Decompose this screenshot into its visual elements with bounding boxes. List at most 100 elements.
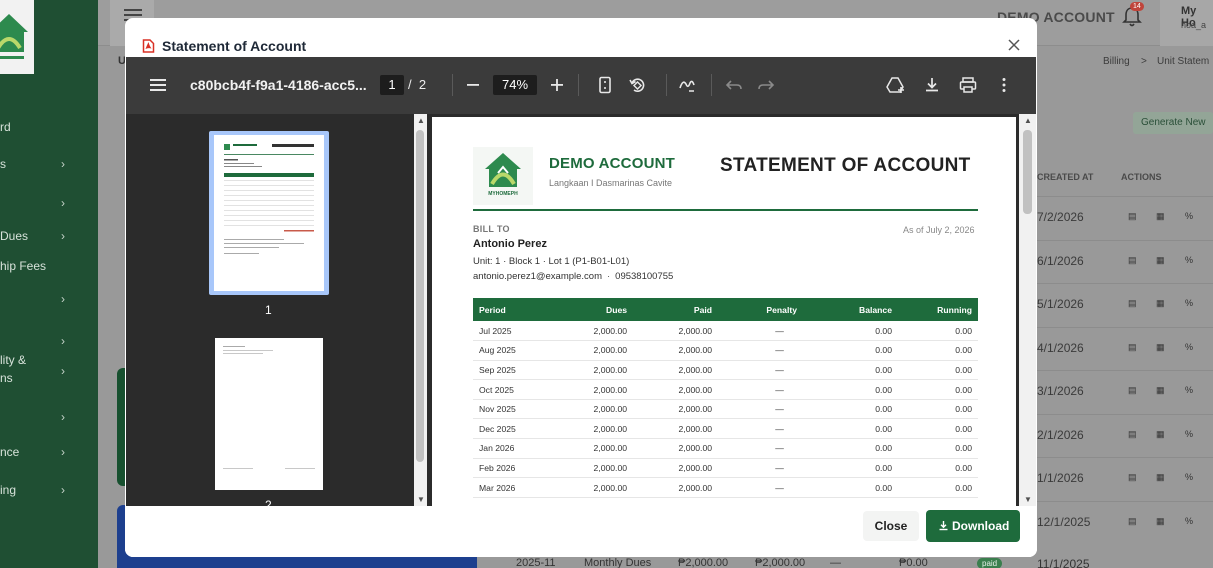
discount-icon[interactable]: % — [1185, 472, 1193, 482]
discount-icon[interactable]: % — [1185, 429, 1193, 439]
receipt-icon[interactable]: ▦ — [1156, 472, 1165, 483]
receipt-icon[interactable]: ▦ — [1156, 385, 1165, 396]
cell-running: 0.00 — [898, 438, 978, 459]
more-options-icon[interactable] — [994, 75, 1014, 95]
cell-balance: 0.00 — [803, 477, 898, 498]
scroll-up-icon[interactable]: ▲ — [417, 116, 425, 125]
download-icon — [939, 521, 948, 531]
scrollbar-thumb[interactable] — [1023, 130, 1032, 214]
page-number-input[interactable]: 1 — [380, 75, 404, 95]
sidebar-item[interactable]: rd — [0, 120, 11, 134]
view-icon[interactable]: ▤ — [1128, 342, 1137, 353]
toolbar-divider — [578, 74, 579, 96]
pdf-viewer: c80bcb4f-f9a1-4186-acc5... 1 / 2 74% 1 2… — [126, 57, 1036, 517]
zoom-input[interactable]: 74% — [493, 75, 537, 95]
sidebar-item[interactable]: ing — [0, 483, 16, 497]
chevron-right-icon: › — [61, 334, 65, 348]
zoom-out-icon[interactable] — [463, 75, 483, 95]
zoom-in-icon[interactable] — [547, 75, 567, 95]
sidebar-item[interactable]: ns — [0, 371, 13, 385]
breadcrumb-billing[interactable]: Billing — [1103, 56, 1130, 67]
cell-penalty: — — [718, 458, 803, 479]
created-at-cell: 1/1/2026 — [1037, 471, 1084, 485]
statement-modal: Statement of Account c80bcb4f-f9a1-4186-… — [125, 18, 1037, 557]
cell-dues: 2,000.00 — [553, 360, 633, 381]
download-icon[interactable] — [922, 75, 942, 95]
download-button[interactable]: Download — [926, 510, 1020, 542]
page-thumbnail-1[interactable] — [214, 135, 324, 291]
discount-icon[interactable]: % — [1185, 298, 1193, 308]
thumbnail-scrollbar[interactable]: ▲ ▼ — [414, 114, 427, 506]
cell-running: 0.00 — [898, 340, 978, 361]
cell-running: 0.00 — [898, 321, 978, 342]
ledger-row: Aug 2025 2,000.00 2,000.00—0.00 0.00 — [473, 340, 978, 361]
cell-period: Dec 2025 — [473, 418, 553, 440]
page-total: / 2 — [408, 77, 427, 92]
cell-paid: 2,000.00 — [633, 458, 718, 479]
view-icon[interactable]: ▤ — [1128, 298, 1137, 309]
fit-page-icon[interactable] — [595, 75, 615, 95]
customer-unit: Unit: 1 · Block 1 · Lot 1 (P1-B01-L01) — [473, 256, 630, 267]
redo-icon[interactable] — [756, 75, 776, 95]
receipt-icon[interactable]: ▦ — [1156, 211, 1165, 222]
receipt-icon[interactable]: ▦ — [1156, 255, 1165, 266]
chevron-right-icon: › — [61, 157, 65, 171]
annotate-icon[interactable] — [677, 75, 697, 95]
cell-penalty: — — [718, 379, 803, 400]
close-button[interactable]: Close — [863, 511, 919, 541]
sidebar-item[interactable]: s — [0, 157, 6, 171]
view-icon[interactable]: ▤ — [1128, 255, 1137, 266]
scrollbar-thumb[interactable] — [416, 130, 424, 462]
receipt-icon[interactable]: ▦ — [1156, 298, 1165, 309]
discount-icon[interactable]: % — [1185, 516, 1193, 526]
undo-icon[interactable] — [724, 75, 744, 95]
receipt-icon[interactable]: ▦ — [1156, 429, 1165, 440]
cell-balance: 0.00 — [803, 399, 898, 420]
document-scrollbar[interactable]: ▲ ▼ — [1019, 114, 1036, 506]
view-icon[interactable]: ▤ — [1128, 429, 1137, 440]
close-icon[interactable] — [1007, 38, 1021, 52]
col-running: Running — [898, 298, 978, 321]
app-logo — [0, 0, 34, 74]
discount-icon[interactable]: % — [1185, 255, 1193, 265]
page-thumbnail-2[interactable] — [215, 338, 323, 490]
view-icon[interactable]: ▤ — [1128, 516, 1137, 527]
sidebar-item[interactable]: lity & — [0, 353, 26, 367]
toolbar-divider — [452, 74, 453, 96]
view-icon[interactable]: ▤ — [1128, 385, 1137, 396]
ledger-row: Oct 2025 2,000.00 2,000.00—0.00 0.00 — [473, 379, 978, 400]
chevron-right-icon: › — [61, 364, 65, 378]
col-period: Period — [473, 298, 553, 321]
cell-running: 0.00 — [898, 379, 978, 400]
row-divider — [1030, 370, 1213, 371]
document-page: MYHOMEPH DEMO ACCOUNT Langkaan I Dasmari… — [432, 117, 1016, 517]
sidebar-item[interactable]: Dues — [0, 229, 28, 243]
sidebar-item[interactable]: nce — [0, 445, 19, 459]
view-icon[interactable]: ▤ — [1128, 211, 1137, 222]
scroll-down-icon[interactable]: ▼ — [417, 495, 425, 504]
sidebar-toggle-icon[interactable] — [148, 75, 168, 95]
org-address: Langkaan I Dasmarinas Cavite — [549, 178, 673, 188]
discount-icon[interactable]: % — [1185, 385, 1193, 395]
receipt-icon[interactable]: ▦ — [1156, 516, 1165, 527]
sidebar-item[interactable]: hip Fees — [0, 259, 46, 273]
chevron-right-icon: › — [61, 410, 65, 424]
discount-icon[interactable]: % — [1185, 342, 1193, 352]
generate-new-button[interactable]: Generate New — [1133, 112, 1213, 134]
scroll-up-icon[interactable]: ▲ — [1024, 116, 1032, 125]
created-at-cell: 4/1/2026 — [1037, 340, 1084, 355]
contact-separator: · — [607, 271, 611, 282]
rotate-icon[interactable] — [627, 75, 647, 95]
cell-period: Oct 2025 — [473, 379, 553, 400]
scroll-down-icon[interactable]: ▼ — [1024, 495, 1032, 504]
ledger-row: Nov 2025 2,000.00 2,000.00—0.00 0.00 — [473, 399, 978, 420]
discount-icon[interactable]: % — [1185, 211, 1193, 221]
receipt-icon[interactable]: ▦ — [1156, 342, 1165, 353]
chevron-right-icon: › — [61, 483, 65, 497]
cell-period: Mar 2026 — [473, 477, 553, 498]
view-icon[interactable]: ▤ — [1128, 472, 1137, 483]
customer-email: antonio.perez1@example.com — [473, 271, 602, 282]
add-to-drive-icon[interactable] — [886, 75, 906, 95]
print-icon[interactable] — [958, 75, 978, 95]
cell-dues: 2,000.00 — [553, 399, 633, 420]
